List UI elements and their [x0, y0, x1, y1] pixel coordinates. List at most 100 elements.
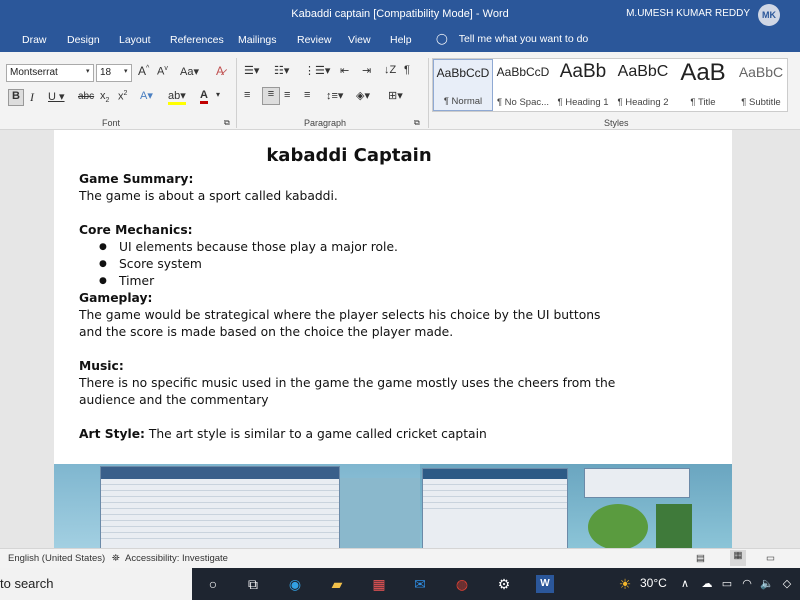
- ribbon: Montserrat ▾ 18 ▾ A^ Av Aa▾ A̷ B I U ▾ a…: [0, 52, 800, 130]
- style-name: ¶ Heading 1: [557, 97, 609, 108]
- file-explorer-icon[interactable]: ▰: [328, 575, 346, 593]
- divider: [236, 58, 237, 128]
- store-icon[interactable]: ▦: [370, 575, 388, 593]
- settings-gear-icon[interactable]: ⚙: [495, 575, 513, 593]
- accessibility-status[interactable]: Accessibility: Investigate: [125, 553, 228, 564]
- line-spacing-icon[interactable]: ↕≡▾: [326, 89, 343, 102]
- style-no-spacing[interactable]: AaBbCcD ¶ No Spac...: [493, 59, 553, 111]
- status-bar: English (United States) ⛯ Accessibility:…: [0, 548, 800, 568]
- bold-button[interactable]: B: [8, 89, 24, 106]
- align-left-icon[interactable]: ≡: [244, 89, 250, 101]
- sort-icon[interactable]: ↓Z: [384, 64, 396, 76]
- tab-review[interactable]: Review: [297, 34, 331, 46]
- user-name[interactable]: M.UMESH KUMAR REDDY: [626, 8, 750, 19]
- read-mode-icon[interactable]: ▤: [696, 553, 705, 564]
- style-subtitle[interactable]: AaBbC ¶ Subtitle: [733, 59, 789, 111]
- font-color-dropdown-icon[interactable]: ▾: [216, 90, 220, 99]
- word-icon[interactable]: W: [536, 575, 554, 593]
- print-layout-icon[interactable]: ▦: [730, 550, 746, 566]
- panel-header: [423, 469, 567, 479]
- tab-draw[interactable]: Draw: [22, 34, 47, 46]
- tab-references[interactable]: References: [170, 34, 224, 46]
- underline-button[interactable]: U ▾: [48, 90, 65, 103]
- italic-button[interactable]: I: [30, 90, 34, 105]
- style-sample: AaBbC: [738, 64, 784, 80]
- styles-gallery: AaBbCcD ¶ Normal AaBbCcD ¶ No Spac... Aa…: [432, 58, 788, 112]
- center-align-icon[interactable]: ≡: [262, 87, 280, 105]
- language-status[interactable]: English (United States): [8, 553, 105, 564]
- cloud-icon[interactable]: ☁: [698, 575, 716, 593]
- title-bar: Kabaddi captain [Compatibility Mode] - W…: [0, 0, 800, 30]
- clear-formatting-icon[interactable]: A̷: [216, 64, 224, 78]
- volume-icon[interactable]: 🔈: [758, 575, 776, 593]
- justify-icon[interactable]: ≡: [304, 89, 310, 101]
- shrink-font-icon[interactable]: Av: [157, 65, 168, 78]
- taskbar-search[interactable]: to search: [0, 568, 192, 600]
- battery-icon[interactable]: ▭: [718, 575, 736, 593]
- style-sample: AaBbC: [617, 63, 669, 80]
- temperature[interactable]: 30°C: [640, 576, 667, 590]
- shading-icon[interactable]: ◈▾: [356, 89, 370, 102]
- document-content[interactable]: kabaddi Captain Game Summary: The game i…: [79, 144, 619, 443]
- size-dropdown-icon[interactable]: ▾: [124, 67, 128, 75]
- superscript-button[interactable]: x2: [118, 90, 127, 103]
- tab-help[interactable]: Help: [390, 34, 412, 46]
- mail-icon[interactable]: ✉: [411, 575, 429, 593]
- highlight-icon[interactable]: ab▾: [168, 89, 186, 105]
- align-right-icon[interactable]: ≡: [284, 89, 290, 101]
- borders-icon[interactable]: ⊞▾: [388, 89, 403, 102]
- text-effects-icon[interactable]: A▾: [140, 89, 153, 102]
- cricket-captain-stats-image: [54, 464, 420, 548]
- style-sample: AaBbCcD: [436, 66, 490, 80]
- paragraph-dialog-launcher-icon[interactable]: ⧉: [414, 118, 420, 128]
- font-dropdown-icon[interactable]: ▾: [86, 67, 90, 75]
- art-style-text: The art style is similar to a game calle…: [144, 427, 487, 441]
- font-color-icon[interactable]: A: [200, 89, 208, 104]
- numbering-icon[interactable]: ☷▾: [274, 64, 289, 77]
- cortana-icon[interactable]: ○: [204, 575, 222, 593]
- game-summary-text: The game is about a sport called kabaddi…: [79, 189, 338, 203]
- bullets-icon[interactable]: ☰▾: [244, 64, 259, 77]
- tab-view[interactable]: View: [348, 34, 371, 46]
- font-group-label: Font: [102, 118, 121, 128]
- controls-panel: [656, 504, 692, 548]
- change-case-icon[interactable]: Aa▾: [180, 65, 199, 78]
- decrease-indent-icon[interactable]: ⇤: [340, 64, 349, 77]
- edge-icon[interactable]: ◉: [286, 575, 304, 593]
- panel-header: [101, 467, 339, 479]
- font-dialog-launcher-icon[interactable]: ⧉: [224, 118, 230, 128]
- style-normal[interactable]: AaBbCcD ¶ Normal: [433, 59, 493, 111]
- subscript-button[interactable]: x2: [100, 90, 109, 104]
- tell-me-search[interactable]: ◯ Tell me what you want to do: [436, 33, 588, 45]
- weather-icon[interactable]: ☀: [616, 575, 634, 593]
- strikethrough-button[interactable]: abc: [78, 91, 94, 102]
- accessibility-icon[interactable]: ⛯: [112, 553, 120, 564]
- style-sample: AaBbCcD: [496, 65, 550, 79]
- web-layout-icon[interactable]: ▭: [766, 553, 775, 564]
- style-name: ¶ Title: [690, 97, 716, 108]
- tab-mailings[interactable]: Mailings: [238, 34, 277, 46]
- task-view-icon[interactable]: ⧉: [244, 575, 262, 593]
- chrome-icon[interactable]: ◍: [453, 575, 471, 593]
- document-area[interactable]: kabaddi Captain Game Summary: The game i…: [0, 130, 800, 548]
- tab-design[interactable]: Design: [67, 34, 100, 46]
- increase-indent-icon[interactable]: ⇥: [362, 64, 371, 77]
- style-name: ¶ Heading 2: [617, 97, 669, 108]
- chevron-up-icon[interactable]: ∧: [676, 575, 694, 593]
- language-icon[interactable]: ◇: [778, 575, 796, 593]
- style-heading-2[interactable]: AaBbC ¶ Heading 2: [613, 59, 673, 111]
- avatar[interactable]: MK: [758, 4, 780, 26]
- show-paragraph-marks-icon[interactable]: ¶: [404, 64, 410, 76]
- multilevel-list-icon[interactable]: ⋮☰▾: [304, 64, 330, 77]
- wifi-icon[interactable]: ◠: [738, 575, 756, 593]
- style-title[interactable]: AaB ¶ Title: [673, 59, 733, 111]
- embedded-screenshots[interactable]: [54, 464, 732, 548]
- style-heading-1[interactable]: AaBb ¶ Heading 1: [553, 59, 613, 111]
- grow-font-icon[interactable]: A^: [138, 64, 149, 78]
- tab-layout[interactable]: Layout: [119, 34, 151, 46]
- scorecard-panel: [584, 468, 690, 498]
- font-name-select[interactable]: Montserrat: [6, 64, 94, 82]
- art-style-heading: Art Style:: [79, 427, 145, 441]
